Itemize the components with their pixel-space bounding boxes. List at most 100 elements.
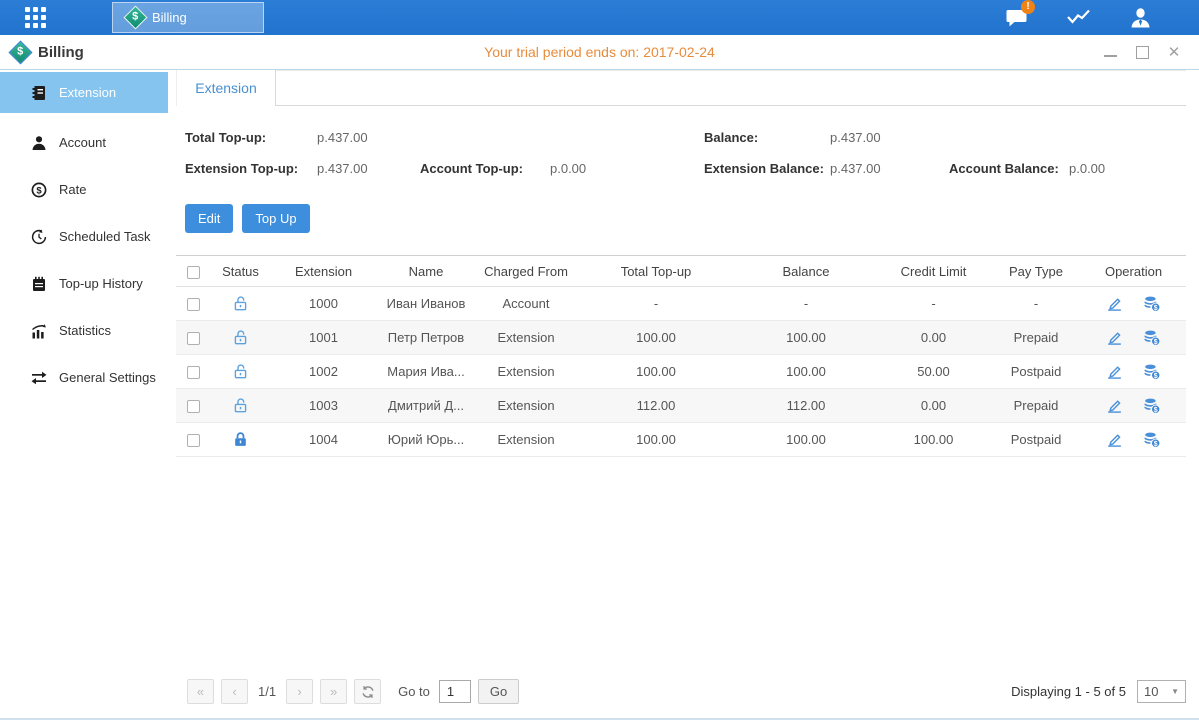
first-page-button[interactable]: « xyxy=(187,679,214,704)
billing-window-icon: $ xyxy=(8,40,32,64)
first-page-icon: « xyxy=(197,684,204,699)
lock-open-icon[interactable] xyxy=(232,295,249,312)
cell-extension: 1000 xyxy=(271,287,376,321)
edit-row-icon[interactable] xyxy=(1106,329,1123,346)
table-header-row: Status Extension Name Charged From Total… xyxy=(176,256,1186,287)
pagination-bar: « ‹ 1/1 › » Go to Go Displaying 1 - 5 of… xyxy=(176,679,1186,718)
billing-app-icon: $ xyxy=(123,5,147,29)
row-checkbox[interactable] xyxy=(187,332,200,345)
extension-topup-label: Extension Top-up: xyxy=(185,161,317,176)
col-name: Name xyxy=(376,256,476,287)
select-all-checkbox[interactable] xyxy=(187,266,200,279)
top-up-button[interactable]: Top Up xyxy=(242,204,309,233)
table-row: 1001 Петр Петров Extension 100.00 100.00… xyxy=(176,321,1186,355)
sidebar-item-account[interactable]: Account xyxy=(0,119,168,166)
goto-page-input[interactable] xyxy=(439,680,471,703)
edit-row-icon[interactable] xyxy=(1106,363,1123,380)
extension-balance-label: Extension Balance: xyxy=(704,161,830,176)
edit-row-icon[interactable] xyxy=(1106,295,1123,312)
line-chart-icon xyxy=(1066,8,1091,28)
minimize-button[interactable] xyxy=(1103,45,1117,59)
col-total-topup: Total Top-up xyxy=(576,256,736,287)
top-up-row-icon[interactable]: $ xyxy=(1143,295,1161,312)
refresh-button[interactable] xyxy=(354,679,381,704)
desktop-topbar: $ Billing ! xyxy=(0,0,1199,35)
cell-pay-type: Prepaid xyxy=(991,321,1081,355)
sidebar-item-rate[interactable]: $ Rate xyxy=(0,166,168,213)
total-topup-value: p.437.00 xyxy=(317,130,420,145)
table-row: 1000 Иван Иванов Account - - - - $ xyxy=(176,287,1186,321)
svg-text:$: $ xyxy=(1154,339,1158,346)
edit-button[interactable]: Edit xyxy=(185,204,233,233)
row-checkbox[interactable] xyxy=(187,434,200,447)
taskbar-tab-billing[interactable]: $ Billing xyxy=(112,2,264,33)
sidebar-item-statistics[interactable]: Statistics xyxy=(0,307,168,354)
col-balance: Balance xyxy=(736,256,876,287)
account-topup-label: Account Top-up: xyxy=(420,161,550,176)
close-button[interactable]: ✕ xyxy=(1167,45,1181,59)
top-up-row-icon[interactable]: $ xyxy=(1143,363,1161,380)
lock-open-icon[interactable] xyxy=(232,329,249,346)
edit-row-icon[interactable] xyxy=(1106,397,1123,414)
page-size-select[interactable]: 10 ▼ xyxy=(1137,680,1186,703)
top-up-row-icon[interactable]: $ xyxy=(1143,431,1161,448)
sidebar-item-scheduled-task[interactable]: Scheduled Task xyxy=(0,213,168,260)
cell-extension: 1002 xyxy=(271,355,376,389)
main-menu-button[interactable] xyxy=(0,0,70,35)
cell-charged-from: Extension xyxy=(476,321,576,355)
topbar-tray: ! xyxy=(999,4,1199,32)
lock-open-icon[interactable] xyxy=(232,397,249,414)
goto-label: Go to xyxy=(398,684,430,699)
user-menu-button[interactable] xyxy=(1123,4,1157,32)
tab-extension[interactable]: Extension xyxy=(176,70,276,106)
cell-credit-limit: 100.00 xyxy=(876,423,991,457)
cell-name: Юрий Юрь... xyxy=(376,423,476,457)
svg-text:$: $ xyxy=(1154,441,1158,448)
page-size-value: 10 xyxy=(1144,684,1158,699)
window-titlebar: $ Billing Your trial period ends on: 201… xyxy=(0,35,1199,70)
sidebar-item-label: Rate xyxy=(59,182,86,197)
table-row: 1004 Юрий Юрь... Extension 100.00 100.00… xyxy=(176,423,1186,457)
prev-page-button[interactable]: ‹ xyxy=(221,679,248,704)
table-row: 1003 Дмитрий Д... Extension 112.00 112.0… xyxy=(176,389,1186,423)
toolbar: Edit Top Up xyxy=(185,204,1186,233)
displaying-text: Displaying 1 - 5 of 5 xyxy=(1011,684,1126,699)
top-up-row-icon[interactable]: $ xyxy=(1143,397,1161,414)
top-up-row-icon[interactable]: $ xyxy=(1143,329,1161,346)
row-checkbox[interactable] xyxy=(187,298,200,311)
cell-credit-limit: 50.00 xyxy=(876,355,991,389)
cell-name: Петр Петров xyxy=(376,321,476,355)
cell-name: Дмитрий Д... xyxy=(376,389,476,423)
col-extension: Extension xyxy=(271,256,376,287)
lock-open-icon[interactable] xyxy=(232,363,249,380)
cell-charged-from: Account xyxy=(476,287,576,321)
go-button[interactable]: Go xyxy=(478,679,519,704)
app-body: Extension Account $ Rate Scheduled Task … xyxy=(0,70,1199,718)
sidebar-item-general-settings[interactable]: General Settings xyxy=(0,354,168,401)
edit-row-icon[interactable] xyxy=(1106,431,1123,448)
window-title: $ Billing xyxy=(0,44,84,61)
cell-charged-from: Extension xyxy=(476,389,576,423)
cell-extension: 1004 xyxy=(271,423,376,457)
lock-closed-icon[interactable] xyxy=(232,431,249,448)
messages-button[interactable]: ! xyxy=(999,4,1033,32)
row-checkbox[interactable] xyxy=(187,366,200,379)
cell-total-topup: 100.00 xyxy=(576,423,736,457)
col-credit-limit: Credit Limit xyxy=(876,256,991,287)
cell-credit-limit: 0.00 xyxy=(876,389,991,423)
last-page-button[interactable]: » xyxy=(320,679,347,704)
maximize-button[interactable] xyxy=(1135,45,1149,59)
topup-history-notebook-icon xyxy=(30,275,47,292)
row-checkbox[interactable] xyxy=(187,400,200,413)
resource-monitor-button[interactable] xyxy=(1061,4,1095,32)
cell-balance: 100.00 xyxy=(736,321,876,355)
sidebar-item-extension[interactable]: Extension xyxy=(0,72,168,113)
cell-credit-limit: 0.00 xyxy=(876,321,991,355)
trial-notice: Your trial period ends on: 2017-02-24 xyxy=(0,44,1199,60)
next-page-button[interactable]: › xyxy=(286,679,313,704)
sidebar-item-topup-history[interactable]: Top-up History xyxy=(0,260,168,307)
cell-name: Иван Иванов xyxy=(376,287,476,321)
prev-page-icon: ‹ xyxy=(232,684,236,699)
svg-text:$: $ xyxy=(1154,373,1158,380)
total-topup-label: Total Top-up: xyxy=(185,130,317,145)
